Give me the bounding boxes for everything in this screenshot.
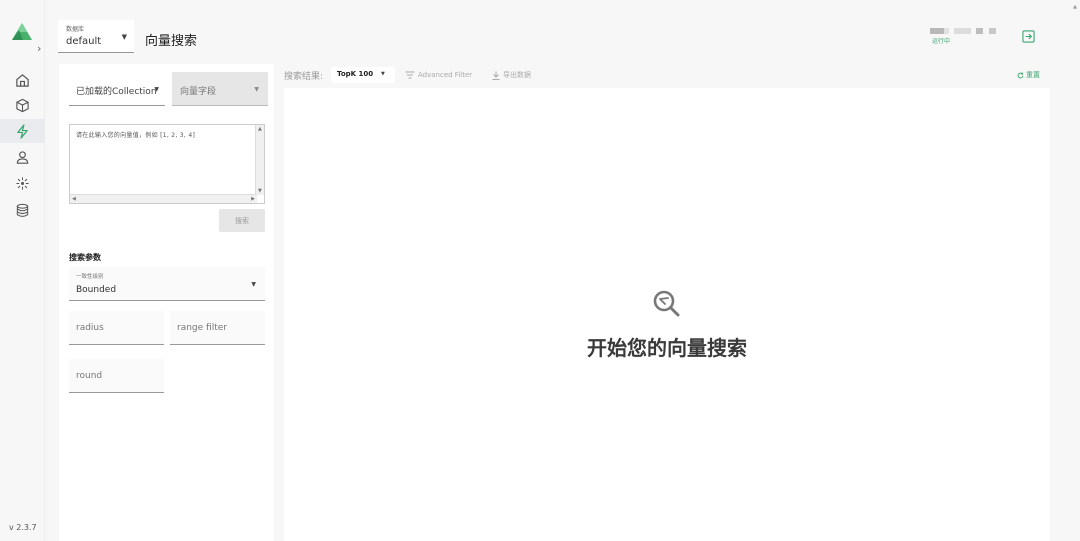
range-filter-field[interactable]: range filter [170,311,265,345]
nav-system[interactable] [0,171,45,195]
status-text: 运行中 [932,38,951,45]
results-panel: 开始您的向量搜索 [284,88,1050,541]
results-toolbar: 搜索结果: TopK 100 ▼ Advanced Filter 导出数据 重置 [284,66,1050,86]
vector-field-select[interactable]: 向量字段 ▼ [172,72,268,106]
empty-state-text: 开始您的向量搜索 [587,336,747,360]
home-icon [16,73,29,87]
results-label: 搜索结果: [284,72,324,82]
nav-rail: › v 2.3.7 [0,0,45,541]
export-data-label: 导出数据 [503,71,531,79]
consistency-level-select[interactable]: 一致性级别 Bounded ▼ [69,267,265,301]
radius-field[interactable]: radius [69,311,164,345]
export-data-button[interactable]: 导出数据 [492,67,531,83]
server-status: 运行中 [930,28,1010,46]
horizontal-scrollbar[interactable]: ◀ ▶ [70,194,257,203]
database-select-label: 数据库 [66,26,85,33]
cube-icon [16,98,29,112]
chevron-down-icon: ▼ [121,33,127,41]
nav-collections[interactable] [0,93,45,117]
download-icon [492,71,500,80]
reset-label: 重置 [1026,71,1040,79]
nav-users[interactable] [0,145,45,169]
topk-select[interactable]: TopK 100 ▼ [331,67,395,83]
round-field[interactable]: round [69,359,164,393]
app-version: v 2.3.7 [9,523,37,532]
search-button-label: 搜索 [235,217,249,225]
scroll-left-icon[interactable]: ◀ [72,196,76,202]
chevron-down-icon: ▼ [154,86,159,93]
search-lightning-icon [17,123,28,139]
nav-home[interactable] [0,68,45,92]
status-blur-1 [930,28,944,34]
reset-button[interactable]: 重置 [1017,70,1040,80]
search-form-panel: 已加载的Collection ▼ 向量字段 ▼ 请在此输入您的向量值，例如 [1… [59,64,274,541]
nav-database[interactable] [0,198,45,222]
radius-label: radius [76,323,104,333]
database-icon [16,203,29,217]
round-label: round [76,371,103,381]
refresh-icon [1017,72,1024,78]
consistency-level-value: Bounded [76,285,117,295]
status-blur-5 [989,28,996,34]
search-empty-icon [653,290,680,317]
chevron-down-icon: ▼ [381,71,385,77]
status-blur-4 [976,28,983,34]
vector-input[interactable]: 请在此输入您的向量值，例如 [1, 2, 3, 4] ▲ ▼ ◀ ▶ [69,124,265,204]
collection-select-label: 已加载的Collection [76,87,157,97]
search-params-title: 搜索参数 [69,253,101,262]
chevron-down-icon: ▼ [254,86,259,93]
user-icon [16,150,29,164]
range-filter-label: range filter [177,323,227,333]
database-select[interactable]: 数据库 default ▼ [58,20,134,53]
top-header: 数据库 default ▼ 向量搜索 运行中 [45,0,1080,60]
nav-vector-search[interactable] [0,119,45,143]
logout-icon[interactable] [1022,30,1035,43]
vector-field-label: 向量字段 [180,87,217,97]
chevron-down-icon: ▼ [251,281,256,288]
page-scroll-up-icon[interactable]: ▲ [1073,4,1077,10]
status-blur-3 [954,28,971,34]
search-button[interactable]: 搜索 [219,209,265,232]
consistency-level-label: 一致性级别 [76,274,104,280]
system-icon [16,176,29,190]
scroll-up-icon[interactable]: ▲ [258,126,262,132]
expand-nav-icon[interactable]: › [37,42,41,55]
vertical-scrollbar[interactable]: ▲ ▼ [255,125,264,195]
scroll-down-icon[interactable]: ▼ [258,188,262,194]
status-blur-2 [944,28,949,34]
database-select-value: default [66,36,102,47]
scroll-right-icon[interactable]: ▶ [251,196,255,202]
collection-select[interactable]: 已加载的Collection ▼ [69,72,165,106]
page-title: 向量搜索 [145,34,198,49]
advanced-filter-button[interactable]: Advanced Filter [405,67,472,83]
advanced-filter-label: Advanced Filter [418,71,473,79]
topk-value: TopK 100 [337,70,374,78]
milvus-logo[interactable] [11,22,33,42]
vector-input-placeholder: 请在此输入您的向量值，例如 [1, 2, 3, 4] [76,132,196,139]
filter-icon [405,71,415,79]
